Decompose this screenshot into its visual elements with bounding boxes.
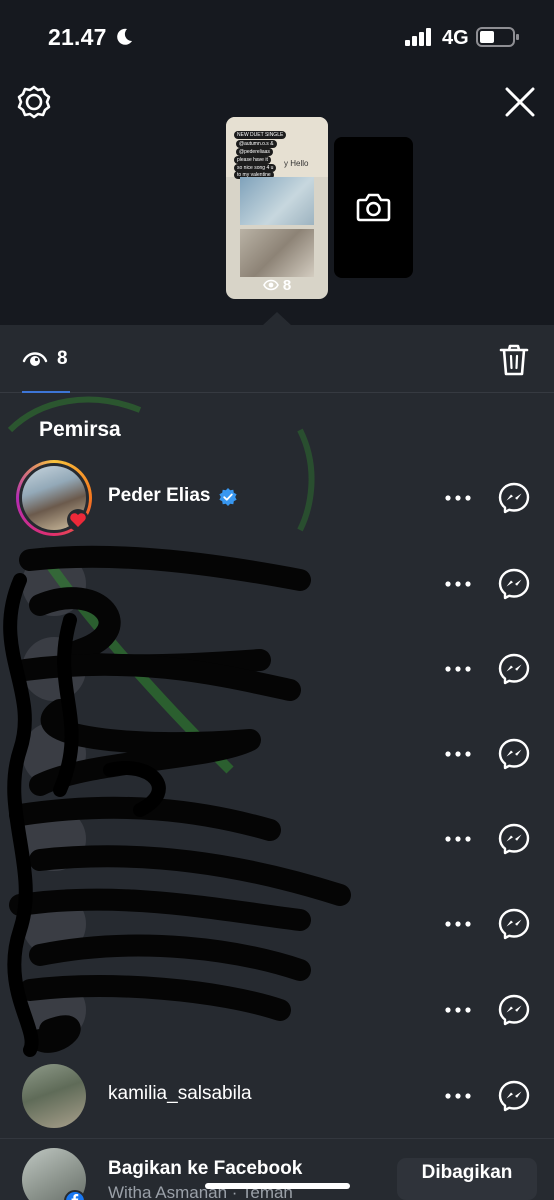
network-label: 4G xyxy=(442,27,469,49)
avatar[interactable] xyxy=(22,552,86,616)
avatar[interactable] xyxy=(22,807,86,871)
more-dots-icon[interactable] xyxy=(442,655,474,683)
messenger-icon[interactable] xyxy=(497,822,531,856)
avatar[interactable] xyxy=(22,637,86,701)
viewer-name[interactable]: kamilia_salsabila xyxy=(108,1083,252,1105)
story-thumb-chip: @autumn.o.s & xyxy=(236,140,277,148)
story-thumb-view-count: 8 xyxy=(282,277,292,294)
share-facebook-title[interactable]: Bagikan ke Facebook xyxy=(108,1158,302,1180)
close-icon[interactable] xyxy=(503,85,537,119)
viewer-row[interactable] xyxy=(0,799,554,879)
story-thumb-photo xyxy=(240,177,314,225)
viewers-section-title: Pemirsa xyxy=(39,418,121,441)
story-thumb-chip: NEW DUET SINGLE xyxy=(234,131,287,139)
status-bar: 21.47 4G xyxy=(0,0,554,74)
view-count: 8 xyxy=(57,348,68,369)
more-dots-icon[interactable] xyxy=(442,740,474,768)
story-thumb-photo xyxy=(240,229,314,277)
more-dots-icon[interactable] xyxy=(442,1082,474,1110)
messenger-icon[interactable] xyxy=(497,993,531,1027)
status-time: 21.47 xyxy=(48,24,107,50)
more-dots-icon[interactable] xyxy=(442,484,474,512)
moon-icon xyxy=(117,28,132,45)
signal-icon xyxy=(405,28,431,46)
verified-badge-icon xyxy=(219,488,237,506)
selected-story-pointer xyxy=(263,312,291,325)
more-dots-icon[interactable] xyxy=(442,570,474,598)
heart-icon xyxy=(67,509,89,531)
more-dots-icon[interactable] xyxy=(442,996,474,1024)
viewer-row[interactable] xyxy=(0,629,554,709)
viewer-row[interactable]: kamilia_salsabila xyxy=(0,1056,554,1136)
story-thumb-views: 8 xyxy=(226,277,328,294)
shared-button[interactable]: Dibagikan xyxy=(397,1158,537,1200)
active-tab-indicator xyxy=(22,391,70,393)
story-thumb-caption-area: NEW DUET SINGLE @autumn.o.s & @pederelia… xyxy=(226,117,328,179)
more-dots-icon[interactable] xyxy=(442,825,474,853)
messenger-icon[interactable] xyxy=(497,737,531,771)
home-indicator[interactable] xyxy=(205,1183,350,1189)
avatar[interactable] xyxy=(22,978,86,1042)
eye-icon xyxy=(262,279,279,291)
avatar[interactable] xyxy=(22,722,86,786)
messenger-icon[interactable] xyxy=(497,481,531,515)
story-preview-area: 21.47 4G NEW DUET SINGLE @autumn.o.s & @… xyxy=(0,0,554,325)
trash-icon[interactable] xyxy=(499,343,529,377)
messenger-icon[interactable] xyxy=(497,907,531,941)
story-thumbnail[interactable]: NEW DUET SINGLE @autumn.o.s & @pederelia… xyxy=(226,117,328,299)
avatar[interactable] xyxy=(22,892,86,956)
viewer-row[interactable] xyxy=(0,714,554,794)
messenger-icon[interactable] xyxy=(497,1079,531,1113)
viewer-row[interactable] xyxy=(0,884,554,964)
avatar[interactable] xyxy=(22,1064,86,1128)
camera-icon xyxy=(356,193,391,222)
messenger-icon[interactable] xyxy=(497,567,531,601)
viewer-name[interactable]: Peder Elias xyxy=(108,485,210,507)
divider xyxy=(0,1138,554,1139)
battery-icon xyxy=(476,27,519,47)
story-thumb-text: y Hello xyxy=(284,159,309,168)
story-thumb-chip: @pedereliaas xyxy=(236,148,273,156)
viewer-row[interactable] xyxy=(0,544,554,624)
eye-icon[interactable] xyxy=(22,349,48,369)
viewer-row[interactable]: Peder Elias xyxy=(0,458,554,538)
story-thumb-chip: please have it xyxy=(234,156,271,164)
viewer-row[interactable] xyxy=(0,970,554,1050)
more-dots-icon[interactable] xyxy=(442,910,474,938)
viewer-stats-bar: 8 xyxy=(0,325,554,393)
messenger-icon[interactable] xyxy=(497,652,531,686)
settings-icon[interactable] xyxy=(16,84,52,120)
add-story-camera-card[interactable] xyxy=(334,137,413,278)
